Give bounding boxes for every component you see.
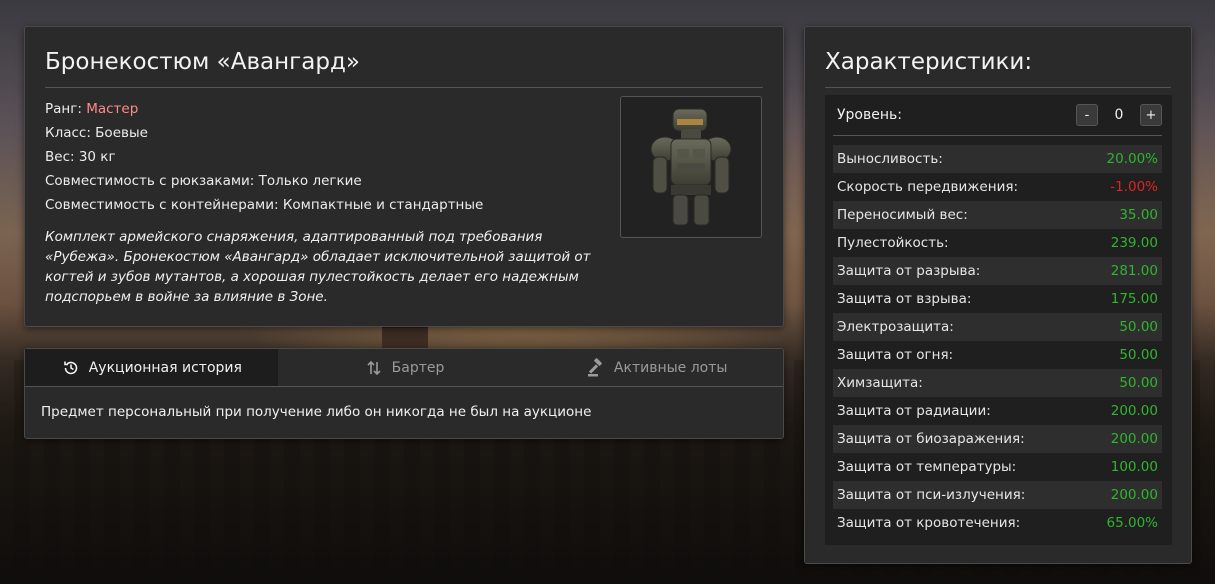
stat-value: 50.00	[1119, 375, 1158, 391]
history-icon	[61, 358, 81, 378]
stat-row: Защита от кровотечения: 65.00%	[833, 509, 1162, 537]
tab-auction-history[interactable]: Аукционная история	[25, 349, 278, 386]
stat-list: Выносливость: 20.00% Скорость передвижения…	[833, 145, 1162, 537]
stat-value: 239.00	[1110, 235, 1158, 251]
stat-name: Переносимый вес:	[837, 207, 968, 223]
stat-row: Защита от взрыва: 175.00	[833, 285, 1162, 313]
item-panel: Бронекостюм «Авангард» Ранг: Мастер Клас…	[24, 26, 784, 327]
tab-active-lots-label: Активные лоты	[613, 359, 728, 376]
swap-arrows-icon	[364, 358, 384, 378]
stats-table: Уровень: - 0 + Выносливость: 20.00% Скорос…	[825, 95, 1172, 545]
item-image	[620, 96, 762, 238]
armor-suit-icon	[650, 108, 732, 226]
stat-row: Переносимый вес: 35.00	[833, 201, 1162, 229]
stat-name: Выносливость:	[837, 151, 943, 167]
stat-name: Защита от биозаражения:	[837, 431, 1025, 447]
level-label: Уровень:	[837, 107, 902, 123]
item-class: Класс: Боевые	[45, 125, 148, 141]
stat-row: Защита от пси-излучения: 200.00	[833, 481, 1162, 509]
stat-value: -1.00%	[1110, 179, 1158, 195]
stat-value: 175.00	[1110, 291, 1158, 307]
gavel-icon	[586, 357, 606, 378]
stat-name: Защита от температуры:	[837, 459, 1017, 475]
stat-value: 50.00	[1119, 319, 1158, 335]
stat-row: Защита от радиации: 200.00	[833, 397, 1162, 425]
level-decrease-button[interactable]: -	[1076, 104, 1098, 126]
stat-row: Защита от огня: 50.00	[833, 341, 1162, 369]
level-value: 0	[1114, 107, 1124, 123]
item-backpack-compat: Совместимость с рюкзаками: Только легкие	[45, 173, 362, 189]
level-row: Уровень: - 0 +	[833, 95, 1162, 136]
item-description: Комплект армейского снаряжения, адаптиро…	[45, 229, 591, 305]
stat-name: Защита от разрыва:	[837, 263, 981, 279]
level-increase-button[interactable]: +	[1140, 104, 1162, 126]
stat-row: Выносливость: 20.00%	[833, 145, 1162, 173]
stat-value: 200.00	[1110, 487, 1158, 503]
stat-row: Скорость передвижения: -1.00%	[833, 173, 1162, 201]
stat-value: 50.00	[1119, 347, 1158, 363]
stat-value: 20.00%	[1106, 151, 1158, 167]
stat-row: Защита от температуры: 100.00	[833, 453, 1162, 481]
stat-name: Защита от пси-излучения:	[837, 487, 1026, 503]
stat-value: 35.00	[1119, 207, 1158, 223]
stat-name: Защита от огня:	[837, 347, 954, 363]
stat-row: Химзащита: 50.00	[833, 369, 1162, 397]
stat-row: Защита от разрыва: 281.00	[833, 257, 1162, 285]
stat-value: 281.00	[1110, 263, 1158, 279]
stat-name: Защита от кровотечения:	[837, 515, 1021, 531]
stat-value: 200.00	[1110, 403, 1158, 419]
stats-panel: Характеристики: Уровень: - 0 + Выносливо…	[804, 26, 1192, 564]
item-rank: Ранг: Мастер	[45, 97, 615, 121]
tab-barter-label: Бартер	[391, 359, 445, 376]
rank-value: Мастер	[86, 101, 139, 117]
stat-row: Защита от биозаражения: 200.00	[833, 425, 1162, 453]
item-title: Бронекостюм «Авангард»	[45, 47, 763, 88]
stat-value: 100.00	[1110, 459, 1158, 475]
item-container-compat: Совместимость с контейнерами: Компактные…	[45, 197, 484, 213]
stat-row: Электрозащита: 50.00	[833, 313, 1162, 341]
stat-name: Скорость передвижения:	[837, 179, 1019, 195]
stat-value: 200.00	[1110, 431, 1158, 447]
stat-row: Пулестойкость: 239.00	[833, 229, 1162, 257]
tab-content-text: Предмет персональный при получение либо …	[41, 404, 592, 420]
stat-name: Электрозащита:	[837, 319, 954, 335]
tab-active-lots[interactable]: Активные лоты	[530, 349, 783, 386]
stat-value: 65.00%	[1106, 515, 1158, 531]
tab-bar: Аукционная история Бартер Активные лоты	[25, 349, 783, 387]
stat-name: Защита от взрыва:	[837, 291, 972, 307]
tab-barter[interactable]: Бартер	[278, 349, 531, 386]
rank-label: Ранг:	[45, 101, 87, 117]
tab-auction-history-label: Аукционная история	[88, 359, 242, 376]
stat-name: Химзащита:	[837, 375, 923, 391]
auction-tabs-panel: Аукционная история Бартер Активные лоты	[24, 348, 784, 439]
stat-name: Защита от радиации:	[837, 403, 991, 419]
item-weight: Вес: 30 кг	[45, 149, 116, 165]
stats-title: Характеристики:	[825, 47, 1171, 88]
item-properties: Ранг: Мастер Класс: Боевые Вес: 30 кг Со…	[45, 97, 615, 217]
stat-name: Пулестойкость:	[837, 235, 949, 251]
